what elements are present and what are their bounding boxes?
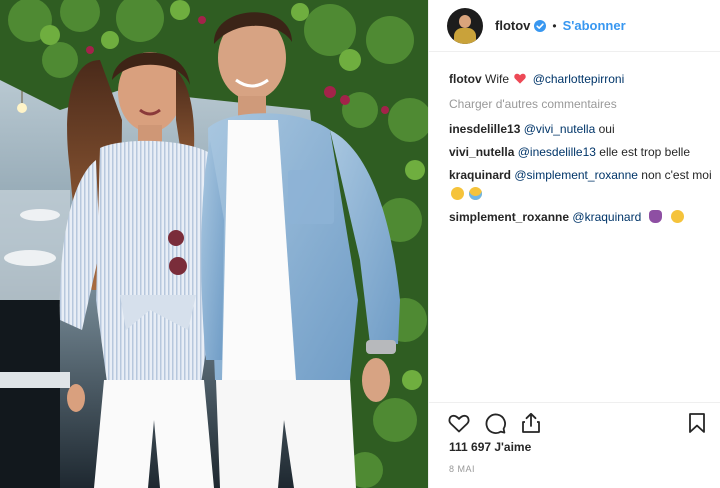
comment-mention[interactable]: @simplement_roxanne xyxy=(514,168,638,182)
post-sidebar: flotov • S'abonner flotov Wife @charlott… xyxy=(428,0,720,488)
comment-mention[interactable]: @kraquinard xyxy=(572,210,641,224)
comment-username[interactable]: inesdelille13 xyxy=(449,122,520,136)
speech-bubble-icon[interactable] xyxy=(483,411,507,435)
load-more-comments-link[interactable]: Charger d'autres commentaires xyxy=(449,95,713,114)
bookmark-icon[interactable] xyxy=(685,411,709,435)
comment-username[interactable]: vivi_nutella xyxy=(449,145,514,159)
post-photo[interactable] xyxy=(0,0,428,488)
pensive-face-emoji-icon xyxy=(451,187,464,200)
comment-username[interactable]: kraquinard xyxy=(449,168,511,182)
caption-mention[interactable]: @charlottepirroni xyxy=(533,72,625,86)
comment-item: vivi_nutella @inesdelille13 elle est tro… xyxy=(449,143,713,162)
follow-button[interactable]: S'abonner xyxy=(563,18,626,33)
caption-username[interactable]: flotov xyxy=(449,72,482,86)
comments-section: flotov Wife @charlottepirroni Charger d'… xyxy=(449,70,713,231)
comment-mention[interactable]: @inesdelille13 xyxy=(518,145,596,159)
heart-outline-icon[interactable] xyxy=(447,411,471,435)
likes-count[interactable]: 111 697 J'aime xyxy=(449,440,531,454)
avatar[interactable] xyxy=(447,7,483,44)
comment-item: inesdelille13 @vivi_nutella oui xyxy=(449,120,713,139)
header-separator: • xyxy=(552,18,557,33)
red-heart-icon xyxy=(514,73,527,84)
caption: flotov Wife @charlottepirroni xyxy=(449,70,713,89)
comment-username[interactable]: simplement_roxanne xyxy=(449,210,569,224)
header-username[interactable]: flotov xyxy=(495,18,530,33)
comment-item: simplement_roxanne @kraquinard xyxy=(449,208,713,227)
comment-text: oui xyxy=(598,122,615,136)
action-bar xyxy=(429,402,720,442)
comment-mention[interactable]: @vivi_nutella xyxy=(524,122,596,136)
person-gesturing-emoji-icon xyxy=(648,210,662,223)
post-header: flotov • S'abonner xyxy=(429,0,720,52)
post-date: 8 MAI xyxy=(449,464,476,474)
comment-text: elle est trop belle xyxy=(599,145,691,159)
grinning-face-emoji-icon xyxy=(670,210,684,223)
share-icon[interactable] xyxy=(519,411,543,435)
caption-text: Wife xyxy=(485,72,510,86)
verified-badge-icon xyxy=(534,19,547,32)
comment-item: kraquinard @simplement_roxanne non c'est… xyxy=(449,166,713,204)
crying-face-emoji-icon xyxy=(469,187,483,200)
comment-text: non c'est moi xyxy=(641,168,712,182)
